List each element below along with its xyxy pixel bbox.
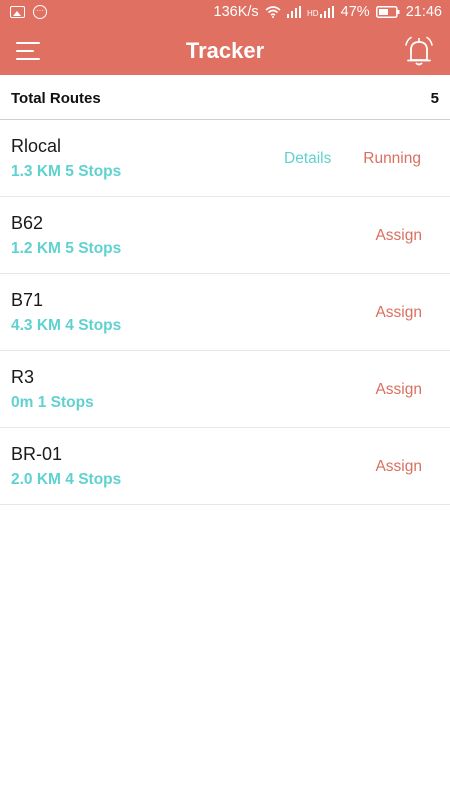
battery-percent: 47% [340,4,370,20]
route-meta: 0m 1 Stops [11,394,94,411]
route-row[interactable]: B71 4.3 KM 4 Stops Assign [0,274,450,351]
assign-button[interactable]: Assign [375,304,422,322]
running-status-button[interactable]: Running [363,150,421,168]
route-meta: 2.0 KM 4 Stops [11,471,122,488]
status-bar: ··· 136K/s HD 47% 21:46 [0,0,450,26]
message-notification-icon: ··· [33,5,47,19]
signal-icon [286,6,301,18]
route-name: Rlocal [11,136,62,156]
total-routes-count: 5 [430,90,439,107]
route-row[interactable]: B62 1.2 KM 5 Stops Assign [0,197,450,274]
alarm-button[interactable] [402,34,436,68]
route-name: B71 [11,290,44,310]
total-routes-summary: Total Routes 5 [0,75,450,120]
network-speed: 136K/s [213,4,259,20]
assign-button[interactable]: Assign [375,227,422,245]
battery-icon [375,6,400,18]
routes-list: Rlocal 1.3 KM 5 Stops Details Running B6… [0,120,450,505]
page-title: Tracker [185,38,265,63]
route-meta: 1.3 KM 5 Stops [11,163,122,180]
route-name: R3 [11,367,35,387]
route-row[interactable]: BR-01 2.0 KM 4 Stops Assign [0,428,450,505]
route-row[interactable]: Rlocal 1.3 KM 5 Stops Details Running [0,120,450,197]
route-name: BR-01 [11,444,63,464]
route-name: B62 [11,213,44,233]
signal-hd-icon: HD [307,6,334,18]
details-button[interactable]: Details [284,150,331,168]
image-notification-icon [10,6,25,18]
svg-text:HD: HD [307,9,319,18]
clock: 21:46 [405,4,442,20]
app-bar: ··· 136K/s HD 47% 21:46 Tracker [0,0,450,75]
assign-button[interactable]: Assign [375,381,422,399]
route-meta: 1.2 KM 5 Stops [11,240,122,257]
alarm-bell-icon [405,36,433,66]
total-routes-label: Total Routes [11,90,101,107]
wifi-icon [265,6,281,18]
route-meta: 4.3 KM 4 Stops [11,317,122,334]
assign-button[interactable]: Assign [375,458,422,476]
route-row[interactable]: R3 0m 1 Stops Assign [0,351,450,428]
